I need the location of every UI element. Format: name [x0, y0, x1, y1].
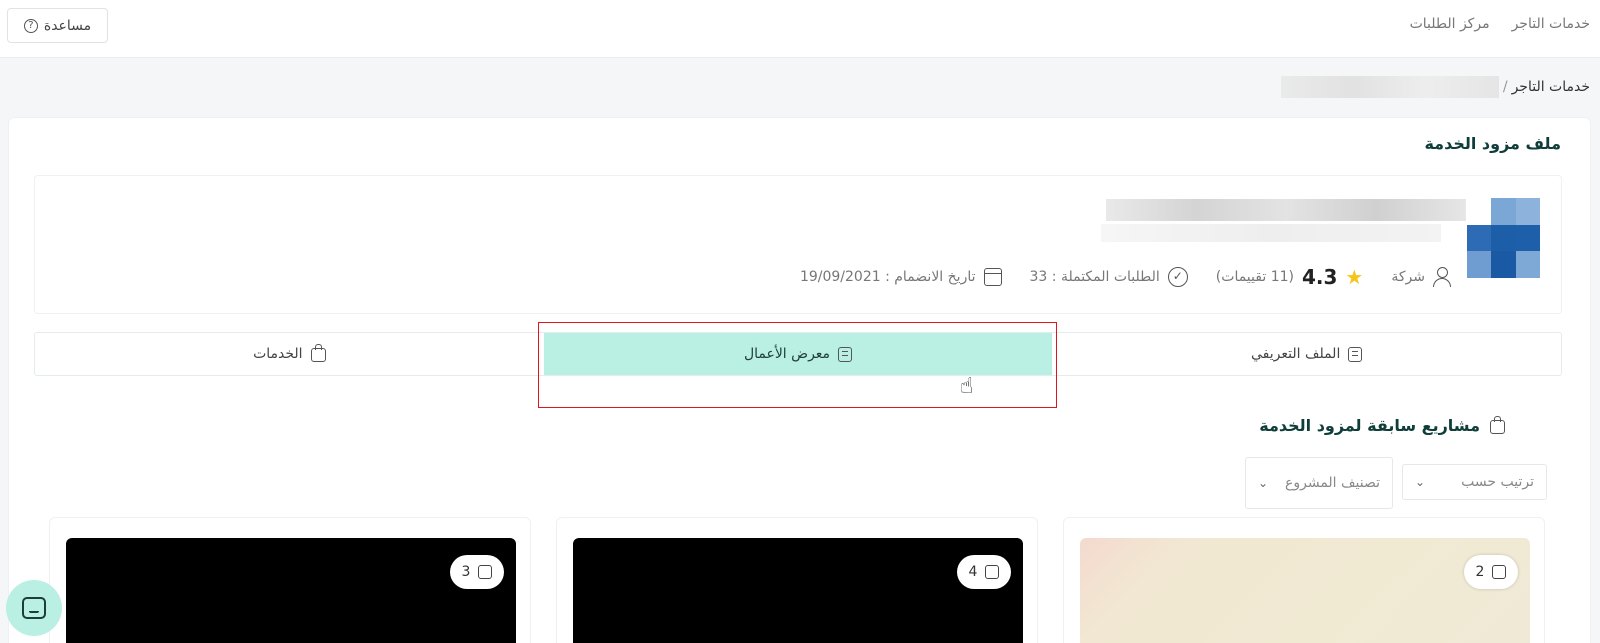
tab-portfolio[interactable]: معرض الأعمال [543, 333, 1053, 375]
ratings-count: (11 تقييمات) [1215, 269, 1294, 285]
star-icon: ★ [1345, 265, 1364, 289]
sort-select-placeholder: ترتيب حسب [1461, 474, 1534, 490]
image-count: 3 [461, 564, 471, 580]
provider-name-redacted [1106, 199, 1466, 221]
category-select-placeholder: تصنيف المشروع [1284, 475, 1380, 491]
provider-meta: شركة ★ 4.3 (11 تقييمات) ✓ الطلبات المكتم… [800, 265, 1451, 289]
gallery-icon [1492, 565, 1507, 579]
image-count: 2 [1475, 564, 1485, 580]
tab-portfolio-label: معرض الأعمال [743, 346, 831, 362]
bag-icon [310, 344, 326, 362]
image-count-badge: 4 [957, 555, 1011, 589]
provider-rating: ★ 4.3 (11 تقييمات) [1216, 265, 1364, 289]
tab-services-label: الخدمات [253, 346, 303, 362]
check-circle-icon: ✓ [1167, 267, 1188, 287]
help-button[interactable]: مساعدة ? [7, 8, 108, 43]
top-bar: مساعدة ? خدمات التاجر مركز الطلبات [0, 0, 1600, 58]
image-count-badge: 2 [1464, 555, 1518, 589]
completed-orders-label: الطلبات المكتملة : 33 [1029, 269, 1160, 285]
profile-tabs: الملف التعريفي معرض الأعمال الخدمات [34, 332, 1562, 376]
gallery-icon [985, 565, 1000, 579]
project-card[interactable]: 4 [556, 517, 1038, 643]
chevron-down-icon: ⌄ [1258, 476, 1269, 490]
document-icon [1348, 346, 1363, 362]
project-thumbnail [66, 538, 516, 643]
join-date-label: تاريخ الانضمام : 19/09/2021 [799, 269, 976, 285]
image-count-badge: 3 [450, 555, 504, 589]
list-icon [838, 346, 853, 362]
tab-profile-label: الملف التعريفي [1251, 346, 1341, 362]
provider-type: شركة [1391, 267, 1451, 287]
breadcrumb-root[interactable]: خدمات التاجر [1512, 79, 1590, 95]
nav-merchant-services[interactable]: خدمات التاجر [1512, 16, 1590, 32]
completed-orders: ✓ الطلبات المكتملة : 33 [1030, 267, 1188, 287]
section-title-label: مشاريع سابقة لمزود الخدمة [1259, 416, 1480, 435]
chat-launcher[interactable] [6, 580, 62, 636]
hand-cursor-icon: ☝ [960, 374, 974, 399]
tab-profile[interactable]: الملف التعريفي [1052, 333, 1561, 375]
page-title: ملف مزود الخدمة [1424, 134, 1561, 153]
project-thumbnail [573, 538, 1023, 643]
sort-select[interactable]: ترتيب حسب ⌄ [1402, 464, 1547, 500]
image-count: 4 [968, 564, 978, 580]
project-thumbnail [1080, 538, 1530, 643]
avatar [1467, 198, 1540, 278]
section-title: مشاريع سابقة لمزود الخدمة [1259, 415, 1505, 435]
provider-subtitle-redacted [1101, 224, 1441, 242]
question-icon: ? [23, 18, 38, 33]
bag-icon [1490, 415, 1505, 434]
help-label: مساعدة [43, 17, 92, 34]
gallery-icon [478, 565, 493, 579]
provider-summary: شركة ★ 4.3 (11 تقييمات) ✓ الطلبات المكتم… [34, 175, 1562, 314]
project-card[interactable]: 3 [49, 517, 531, 643]
nav-orders-center[interactable]: مركز الطلبات [1410, 16, 1490, 32]
join-date: تاريخ الانضمام : 19/09/2021 [800, 268, 1002, 286]
chevron-down-icon: ⌄ [1415, 475, 1426, 489]
category-select[interactable]: تصنيف المشروع ⌄ [1245, 457, 1393, 509]
rating-value: 4.3 [1301, 265, 1338, 289]
calendar-icon [983, 268, 1002, 286]
breadcrumb: خدمات التاجر / [1280, 76, 1590, 98]
top-navigation: خدمات التاجر مركز الطلبات [1410, 16, 1590, 32]
project-card[interactable]: 2 [1063, 517, 1545, 643]
user-icon [1433, 267, 1451, 287]
tab-services[interactable]: الخدمات [35, 333, 544, 375]
chat-icon [22, 597, 46, 619]
provider-type-label: شركة [1391, 269, 1425, 285]
breadcrumb-separator: / [1502, 79, 1508, 95]
breadcrumb-redacted [1280, 76, 1499, 98]
